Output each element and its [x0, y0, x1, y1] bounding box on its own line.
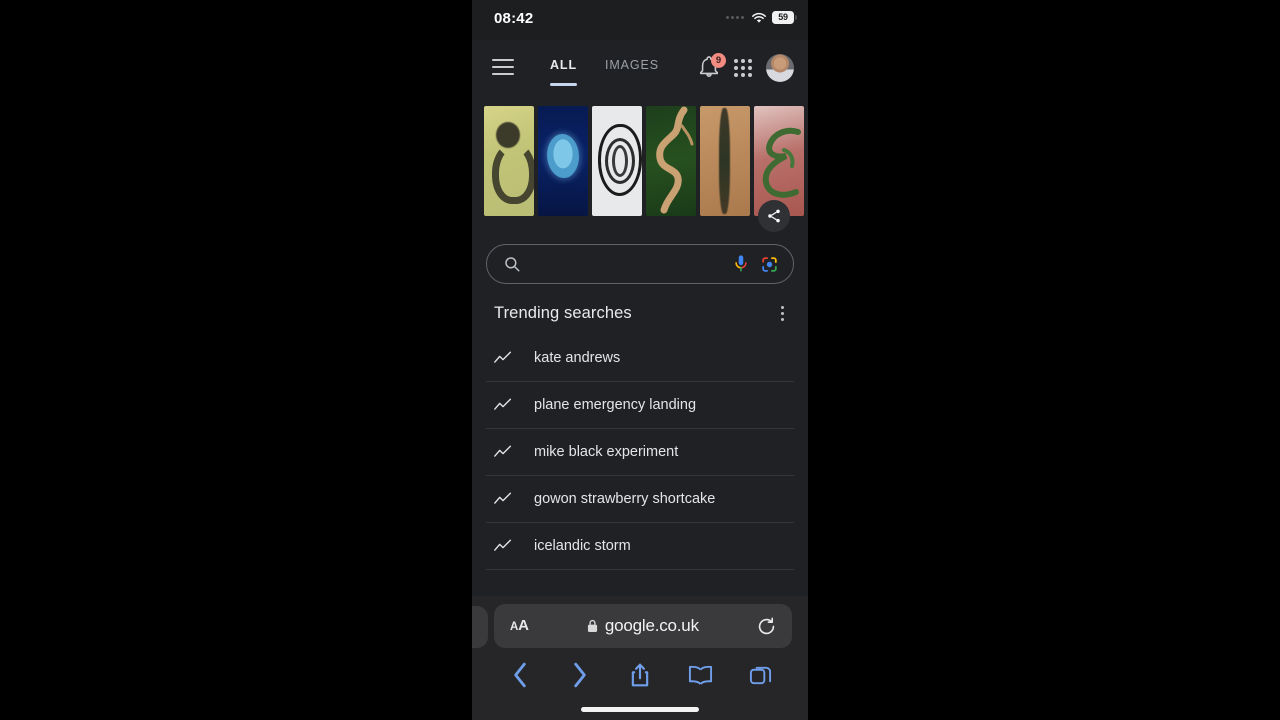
battery-level: 59 [778, 12, 788, 22]
url-display[interactable]: google.co.uk [529, 616, 757, 636]
doodle-panel-g2 [646, 106, 696, 216]
trending-title: Trending searches [494, 304, 632, 322]
share-upload-icon [631, 663, 649, 687]
address-bar[interactable]: AA google.co.uk [494, 604, 792, 648]
river-shape [656, 106, 694, 214]
google-doodle[interactable] [472, 98, 808, 232]
screen: 08:42 59 ALL IMAGES 9 Trending searches … [0, 0, 1280, 720]
share-button[interactable] [623, 659, 657, 691]
share-icon [768, 209, 780, 223]
google-app-header: ALL IMAGES 9 [472, 40, 808, 98]
search-bar[interactable] [486, 244, 794, 284]
trending-item-label: gowon strawberry shortcake [534, 491, 716, 507]
phone-viewport: 08:42 59 ALL IMAGES 9 Trending searches … [472, 0, 808, 720]
trending-item-label: plane emergency landing [534, 397, 697, 413]
trending-up-icon [494, 492, 512, 504]
trending-list: kate andrews plane emergency landing mik… [472, 335, 808, 570]
text-size-small-a: A [510, 621, 519, 633]
reload-icon[interactable] [757, 617, 776, 636]
browser-toolbar [472, 652, 808, 698]
status-bar-time: 08:42 [494, 10, 534, 27]
delta-shape [762, 127, 801, 198]
notification-badge: 9 [711, 53, 726, 68]
trending-up-icon [494, 351, 512, 363]
trending-item[interactable]: mike black experiment [486, 429, 794, 476]
trending-up-icon [494, 539, 512, 551]
status-bar: 08:42 59 [472, 0, 808, 40]
trending-item-label: kate andrews [534, 350, 621, 366]
back-button[interactable] [503, 659, 537, 691]
doodle-panel-o1 [538, 106, 588, 216]
tab-images[interactable]: IMAGES [591, 40, 673, 98]
tabs-overview-icon [749, 666, 771, 684]
bookmarks-button[interactable] [683, 659, 717, 691]
tab-active-underline [550, 83, 577, 86]
trending-item[interactable]: icelandic storm [486, 523, 794, 570]
doodle-panel-g1 [484, 106, 534, 216]
forward-chevron-icon [574, 662, 586, 688]
trending-up-icon [494, 398, 512, 410]
profile-avatar-icon[interactable] [766, 54, 794, 82]
search-icon [505, 257, 520, 272]
google-lens-icon[interactable] [760, 255, 779, 274]
doodle-panel-o2 [592, 106, 642, 216]
trending-item-label: icelandic storm [534, 538, 631, 554]
bookmarks-book-icon [688, 665, 712, 685]
safari-browser-chrome: AA google.co.uk [472, 596, 808, 720]
hamburger-menu-icon[interactable] [492, 59, 514, 75]
microphone-icon[interactable] [732, 254, 750, 274]
doodle-share-button[interactable] [758, 200, 790, 232]
back-chevron-icon [514, 662, 526, 688]
tab-images-label: IMAGES [605, 58, 660, 72]
tab-all[interactable]: ALL [536, 40, 591, 98]
url-text: google.co.uk [604, 616, 699, 635]
trending-up-icon [494, 445, 512, 457]
doodle-panels [484, 106, 804, 216]
forward-button[interactable] [563, 659, 597, 691]
header-icons: 9 [698, 53, 794, 82]
battery-icon: 59 [772, 11, 797, 24]
home-indicator [581, 707, 699, 712]
adjacent-tab-sliver[interactable] [472, 606, 488, 648]
doodle-panel-l [700, 106, 750, 216]
tabs-button[interactable] [743, 659, 777, 691]
tab-all-label: ALL [550, 58, 577, 72]
trending-header: Trending searches [472, 284, 808, 335]
more-options-icon[interactable] [775, 302, 790, 325]
header-tabs: ALL IMAGES [536, 40, 673, 98]
text-size-button[interactable]: AA [510, 617, 529, 635]
apps-grid-icon[interactable] [734, 59, 752, 77]
search-section [472, 226, 808, 284]
wifi-icon [752, 12, 766, 23]
notifications-button[interactable]: 9 [698, 53, 726, 80]
trending-item[interactable]: plane emergency landing [486, 382, 794, 429]
search-input[interactable] [531, 256, 722, 272]
trending-item[interactable]: kate andrews [486, 335, 794, 382]
trending-item[interactable]: gowon strawberry shortcake [486, 476, 794, 523]
lock-icon [587, 619, 597, 632]
status-bar-indicators: 59 [726, 11, 797, 24]
trending-item-label: mike black experiment [534, 444, 679, 460]
text-size-big-a: A [518, 617, 529, 634]
cellular-dots-icon [726, 16, 744, 19]
doodle-panel-e [754, 106, 804, 216]
